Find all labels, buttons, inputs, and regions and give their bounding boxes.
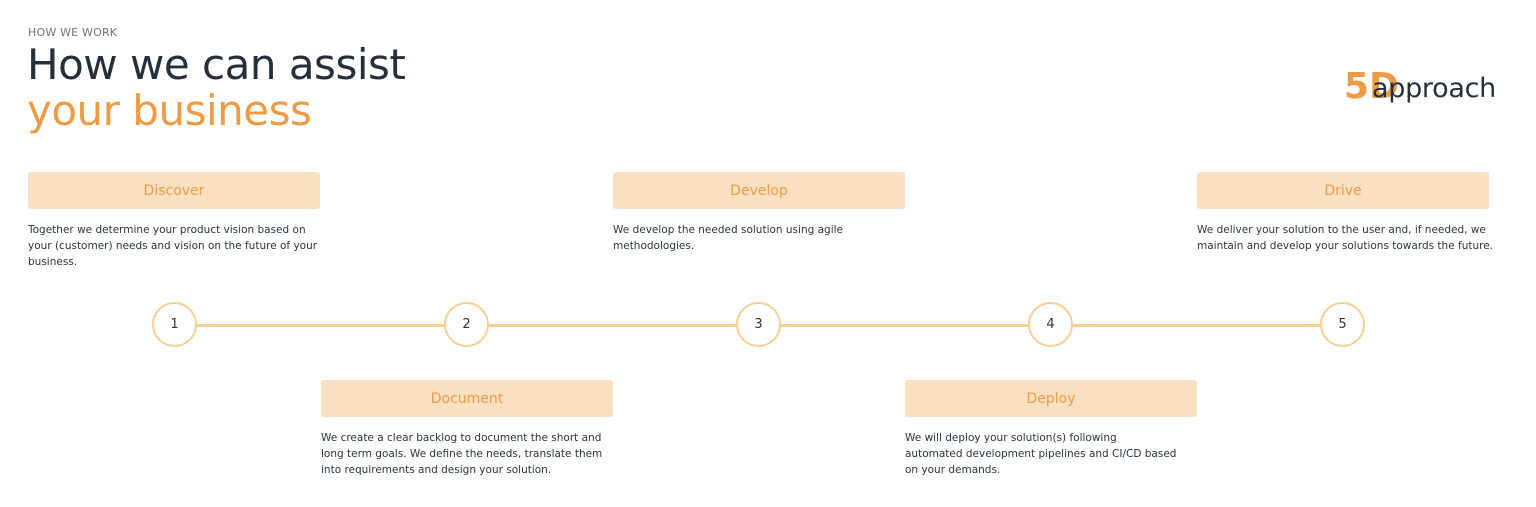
step-node-4: 4: [1028, 302, 1073, 347]
eyebrow: HOW WE WORK: [28, 26, 118, 39]
timeline: 1 2 3 4 5: [0, 302, 1536, 348]
step-description-document: We create a clear backlog to document th…: [321, 432, 603, 476]
step-tag-drive: Drive: [1197, 172, 1489, 209]
logo: 5D approach: [1344, 66, 1496, 110]
page-title: How we can assist your business: [27, 40, 406, 135]
step-tag-deploy: Deploy: [905, 380, 1197, 417]
step-node-3: 3: [736, 302, 781, 347]
title-line-1: How we can assist: [27, 40, 406, 89]
step-tag-discover: Discover: [28, 172, 320, 209]
step-description-develop: We develop the needed solution using agi…: [613, 224, 843, 252]
title-line-2: your business: [27, 86, 312, 135]
step-node-5: 5: [1320, 302, 1365, 347]
step-node-2: 2: [444, 302, 489, 347]
step-node-1: 1: [152, 302, 197, 347]
step-description-deploy: We will deploy your solution(s) followin…: [905, 432, 1177, 476]
step-tag-document: Document: [321, 380, 613, 417]
logo-word: approach: [1372, 73, 1496, 104]
step-description-discover: Together we determine your product visio…: [28, 224, 318, 268]
step-tag-develop: Develop: [613, 172, 905, 209]
step-description-drive: We deliver your solution to the user and…: [1197, 224, 1494, 252]
